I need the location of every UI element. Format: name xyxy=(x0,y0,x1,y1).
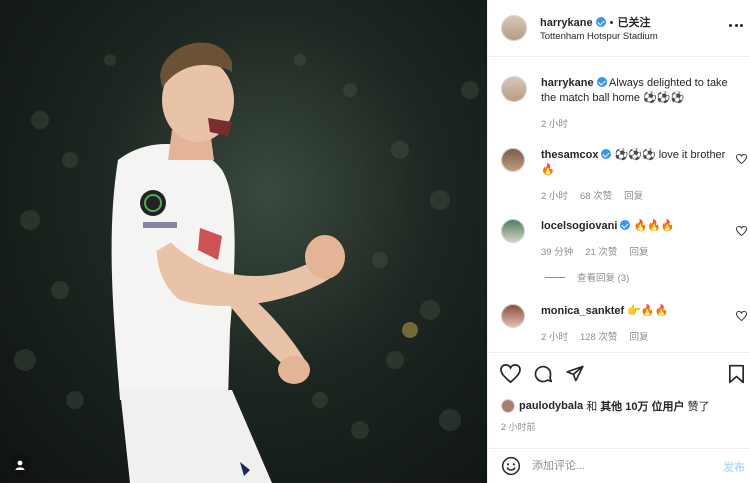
post-actions: paulodybala 和 其他 10万 位用户 赞了 2 小时前 xyxy=(488,352,750,448)
post-time[interactable]: 2 小时前 xyxy=(501,420,536,433)
caption-username[interactable]: harrykane xyxy=(541,77,594,89)
post-photo[interactable] xyxy=(0,0,487,483)
comment-likes[interactable]: 128 次赞 xyxy=(580,332,618,343)
like-comment-heart-icon[interactable] xyxy=(736,226,747,236)
replies-divider xyxy=(545,276,565,278)
comment-username[interactable]: monica_sanktef xyxy=(541,305,624,317)
liker-avatar[interactable] xyxy=(501,399,515,413)
comment-time: 2 小时 xyxy=(541,332,568,343)
post-location[interactable]: Tottenham Hotspur Stadium xyxy=(540,31,658,42)
more-options-button[interactable] xyxy=(729,24,743,28)
comment-username[interactable]: locelsogiovani xyxy=(541,220,617,232)
like-comment-heart-icon[interactable] xyxy=(736,154,747,164)
likes-and: 和 xyxy=(586,401,598,413)
comment-username[interactable]: thesamcox xyxy=(541,149,598,161)
separator: • xyxy=(609,17,614,29)
likes-summary: paulodybala 和 其他 10万 位用户 赞了 xyxy=(501,398,710,414)
comment-text: 👉🔥🔥 xyxy=(627,305,669,317)
post-comment-button[interactable]: 发布 xyxy=(723,459,745,475)
add-comment-bar: 发布 xyxy=(488,448,750,483)
comments-list: harrykane Always delighted to take the m… xyxy=(488,58,750,352)
author-avatar[interactable] xyxy=(501,15,527,41)
comment-text: 🔥🔥🔥 xyxy=(633,220,675,232)
post-side-panel: harrykane • 已关注 Tottenham Hotspur Stadium … xyxy=(487,0,750,483)
view-replies-label: 查看回复 (3) xyxy=(577,273,630,284)
comment-time: 2 小时 xyxy=(541,191,568,202)
caption-time: 2 小时 xyxy=(541,119,568,130)
likes-suffix: 赞了 xyxy=(687,401,710,413)
emoji-icon[interactable] xyxy=(501,456,521,476)
comment-avatar[interactable] xyxy=(501,148,525,172)
comment-avatar[interactable] xyxy=(501,219,525,243)
comment-avatar[interactable] xyxy=(501,304,525,328)
verified-icon xyxy=(620,220,631,230)
author-username[interactable]: harrykane xyxy=(540,17,593,29)
verified-icon xyxy=(596,77,607,87)
comment-icon[interactable] xyxy=(533,364,553,384)
like-comment-heart-icon[interactable] xyxy=(736,311,747,321)
comment-likes[interactable]: 68 次赞 xyxy=(580,191,612,202)
comment-input[interactable] xyxy=(532,458,702,474)
liker-username[interactable]: paulodybala xyxy=(519,400,583,412)
verified-icon xyxy=(595,17,606,27)
likes-others-count[interactable]: 其他 10万 位用户 xyxy=(600,398,684,414)
comment-likes[interactable]: 21 次赞 xyxy=(585,247,617,258)
share-icon[interactable] xyxy=(565,364,585,383)
heart-icon[interactable] xyxy=(500,364,521,383)
follow-status-button[interactable]: 已关注 xyxy=(617,17,650,29)
reply-button[interactable]: 回复 xyxy=(629,247,648,258)
bookmark-icon[interactable] xyxy=(728,364,745,384)
comment-time: 39 分钟 xyxy=(541,247,574,258)
reply-button[interactable]: 回复 xyxy=(629,332,648,343)
reply-button[interactable]: 回复 xyxy=(624,191,643,202)
view-replies-button[interactable]: 查看回复 (3) xyxy=(545,270,629,284)
more-icon xyxy=(729,24,732,27)
tag-user-icon xyxy=(15,460,25,470)
post-header: harrykane • 已关注 Tottenham Hotspur Stadium xyxy=(488,0,750,57)
tag-user-button[interactable] xyxy=(9,454,31,476)
caption-avatar[interactable] xyxy=(501,76,527,102)
player-celebration-image xyxy=(14,42,479,483)
verified-icon xyxy=(601,149,612,159)
